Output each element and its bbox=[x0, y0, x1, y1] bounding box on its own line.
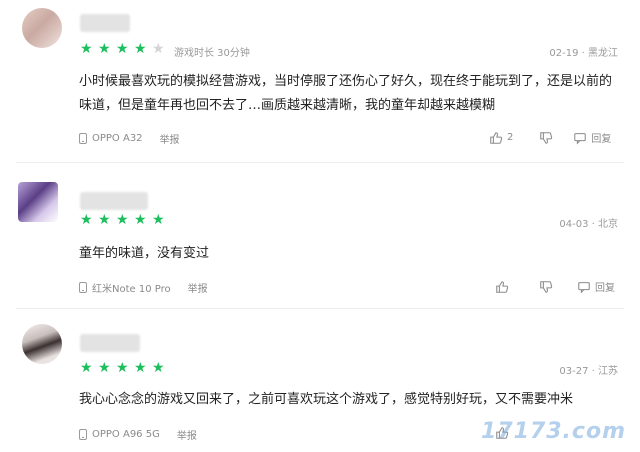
avatar[interactable] bbox=[18, 182, 58, 222]
review-card-2: ★ ★ ★ ★ ★ 04-03 · 北京 童年的味道，没有变过 红米Note 1… bbox=[0, 166, 640, 306]
phone-icon bbox=[79, 282, 87, 293]
star-icon: ★ bbox=[116, 360, 129, 376]
star-icon: ★ bbox=[116, 41, 129, 57]
review-actions: 回复 bbox=[495, 279, 615, 294]
reply-label: 回复 bbox=[595, 283, 615, 294]
star-icon: ★ bbox=[116, 212, 129, 228]
avatar[interactable] bbox=[22, 324, 62, 364]
star-icon: ★ bbox=[98, 41, 111, 57]
star-icon: ★ bbox=[134, 212, 147, 228]
thumbs-up-icon bbox=[496, 280, 509, 293]
report-link[interactable]: 举报 bbox=[177, 427, 197, 442]
device-name: OPPO A32 bbox=[92, 133, 143, 144]
review-actions: 2 回复 bbox=[489, 130, 611, 145]
like-count: 2 bbox=[507, 132, 514, 143]
reply-icon bbox=[578, 281, 590, 294]
device-name: 红米Note 10 Pro bbox=[92, 284, 171, 295]
star-icon: ★ bbox=[134, 360, 147, 376]
avatar[interactable] bbox=[22, 8, 62, 48]
dislike-button[interactable] bbox=[539, 280, 553, 294]
watermark-logo: 17173.com bbox=[481, 419, 626, 444]
date-location: 03-27 · 江苏 bbox=[559, 366, 618, 377]
review-text: 小时候最喜欢玩的模拟经营游戏，当时停服了还伤心了好久，现在终于能玩到了，还是以前… bbox=[79, 74, 613, 113]
reply-button[interactable]: 回复 bbox=[573, 130, 611, 145]
device-name: OPPO A96 5G bbox=[92, 429, 160, 440]
username-blurred[interactable] bbox=[80, 192, 148, 210]
phone-icon bbox=[79, 429, 87, 440]
star-icon: ★ bbox=[80, 212, 93, 228]
rating-stars: ★ ★ ★ ★ ★ bbox=[80, 42, 166, 56]
star-icon: ★ bbox=[80, 360, 93, 376]
like-button[interactable]: 2 bbox=[489, 131, 513, 145]
divider bbox=[16, 162, 624, 163]
star-icon: ★ bbox=[98, 212, 111, 228]
thumbs-up-icon bbox=[490, 131, 503, 144]
device-info: OPPO A96 5G 举报 bbox=[79, 427, 197, 442]
divider bbox=[16, 308, 624, 309]
date-location: 04-03 · 北京 bbox=[559, 219, 618, 230]
review-card-1: ★ ★ ★ ★ ★ 游戏时长 30分钟 02-19 · 黑龙江 小时候最喜欢玩的… bbox=[0, 0, 640, 158]
device-info: 红米Note 10 Pro 举报 bbox=[79, 280, 208, 295]
review-card-3: ★ ★ ★ ★ ★ 03-27 · 江苏 我心心念念的游戏又回来了，之前可喜欢玩… bbox=[0, 310, 640, 452]
reply-label: 回复 bbox=[591, 134, 612, 145]
review-text: 我心心念念的游戏又回来了，之前可喜欢玩这个游戏了，感觉特别好玩，又不需要冲米 bbox=[79, 392, 574, 407]
reply-icon bbox=[574, 132, 587, 145]
like-button[interactable] bbox=[495, 280, 513, 294]
thumbs-down-icon bbox=[540, 131, 553, 144]
playtime: 游戏时长 30分钟 bbox=[174, 48, 250, 59]
report-link[interactable]: 举报 bbox=[160, 131, 180, 146]
report-link[interactable]: 举报 bbox=[188, 280, 208, 295]
star-icon: ★ bbox=[98, 360, 111, 376]
star-icon: ★ bbox=[152, 360, 165, 376]
username-blurred[interactable] bbox=[80, 14, 130, 32]
rating-stars: ★ ★ ★ ★ ★ bbox=[80, 361, 166, 375]
phone-icon bbox=[79, 133, 87, 144]
star-icon: ★ bbox=[134, 41, 147, 57]
dislike-button[interactable] bbox=[539, 131, 553, 145]
rating-stars: ★ ★ ★ ★ ★ bbox=[80, 213, 166, 227]
device-info: OPPO A32 举报 bbox=[79, 131, 180, 146]
reply-button[interactable]: 回复 bbox=[577, 279, 615, 294]
username-blurred[interactable] bbox=[80, 334, 140, 352]
thumbs-down-icon bbox=[540, 280, 553, 293]
star-icon: ★ bbox=[152, 41, 165, 57]
date-location: 02-19 · 黑龙江 bbox=[549, 48, 618, 59]
star-icon: ★ bbox=[152, 212, 165, 228]
star-icon: ★ bbox=[80, 41, 93, 57]
review-text: 童年的味道，没有变过 bbox=[79, 246, 210, 261]
